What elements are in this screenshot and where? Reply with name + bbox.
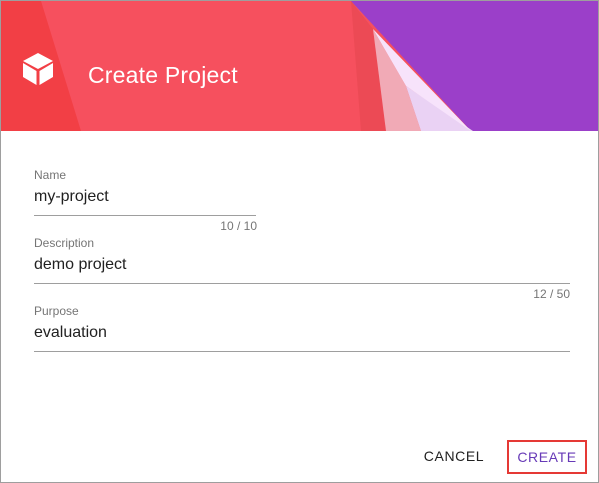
purpose-label: Purpose — [34, 304, 79, 318]
name-underline — [34, 215, 256, 216]
cube-icon — [23, 53, 53, 85]
dialog-title: Create Project — [88, 62, 238, 88]
description-label: Description — [34, 236, 95, 250]
name-input[interactable] — [34, 187, 256, 207]
description-underline — [34, 283, 570, 284]
name-label: Name — [34, 168, 67, 182]
cancel-button[interactable]: CANCEL — [417, 441, 491, 471]
description-input[interactable] — [34, 255, 570, 275]
name-field[interactable]: Name — [34, 168, 256, 216]
dialog-header: Create Project — [1, 1, 598, 131]
create-button[interactable]: CREATE — [507, 440, 587, 474]
description-field[interactable]: Description — [34, 236, 570, 284]
create-project-dialog: Create Project Name 10 / 10 Description … — [0, 0, 599, 483]
description-character-counter: 12 / 50 — [533, 287, 570, 301]
purpose-underline — [34, 351, 570, 352]
purpose-input[interactable] — [34, 323, 570, 343]
name-character-counter: 10 / 10 — [220, 219, 257, 233]
purpose-field[interactable]: Purpose — [34, 304, 570, 352]
